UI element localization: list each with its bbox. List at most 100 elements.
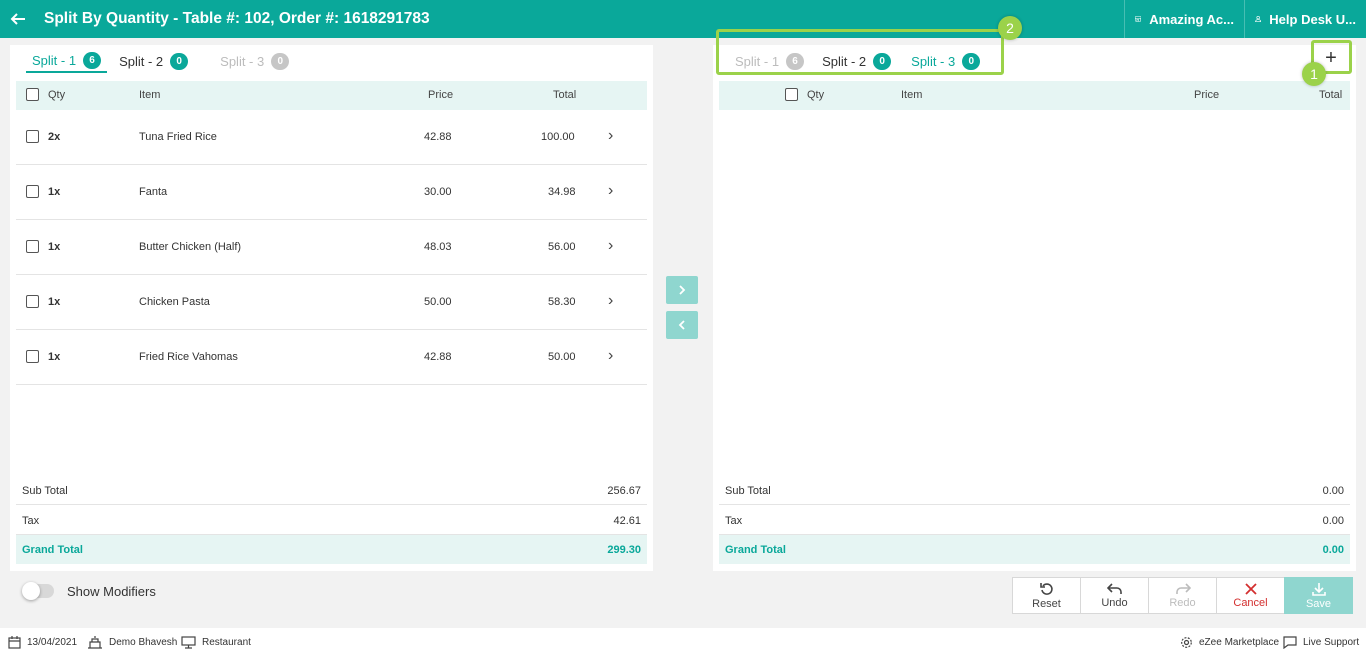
back-button[interactable] [0, 0, 36, 38]
table-row[interactable]: 1x Fanta 30.00 34.98 › [16, 165, 647, 220]
source-split-tabs: Split - 1 6 Split - 2 0 Split - 3 0 [26, 45, 295, 73]
tax-row: Tax 42.61 [16, 506, 647, 535]
sub-total-label: Sub Total [725, 485, 771, 497]
chevron-right-icon[interactable]: › [608, 347, 613, 365]
row-checkbox[interactable] [26, 295, 39, 308]
action-bar: Reset Undo Redo Cancel Save [1012, 577, 1353, 614]
row-checkbox[interactable] [26, 240, 39, 253]
column-total: Total [553, 89, 577, 101]
date-text: 13/04/2021 [27, 637, 78, 648]
grand-total-label: Grand Total [22, 544, 83, 556]
tab-label: Split - 2 [119, 53, 164, 69]
row-qty: 1x [48, 241, 61, 253]
move-left-button[interactable] [666, 311, 698, 339]
sub-total-row: Sub Total 0.00 [719, 476, 1350, 505]
select-all-checkbox[interactable] [26, 88, 39, 101]
undo-button[interactable]: Undo [1080, 577, 1149, 614]
chevron-right-icon [679, 285, 686, 295]
redo-icon [1175, 582, 1191, 594]
row-price: 30.00 [424, 186, 452, 198]
terminal-text: Restaurant [202, 637, 251, 648]
chat-icon [1283, 636, 1297, 649]
tab-label: Split - 3 [220, 53, 265, 69]
source-split-panel: Split - 1 6 Split - 2 0 Split - 3 0 Qty … [10, 45, 653, 571]
download-icon [1311, 582, 1326, 596]
highlight-box-tabs [716, 29, 1004, 75]
live-support-link[interactable]: Live Support [1283, 636, 1359, 649]
grand-total-row: Grand Total 0.00 [719, 535, 1350, 564]
row-qty: 2x [48, 131, 61, 143]
row-checkbox[interactable] [26, 350, 39, 363]
redo-button[interactable]: Redo [1148, 577, 1217, 614]
footer-terminal: Restaurant [181, 636, 251, 649]
sub-total-value: 256.67 [607, 485, 641, 497]
tab-split-1[interactable]: Split - 1 6 [26, 45, 108, 73]
footer-user: Demo Bhavesh [87, 636, 177, 649]
table-row[interactable]: 1x Chicken Pasta 50.00 58.30 › [16, 275, 647, 330]
table-row[interactable]: 1x Butter Chicken (Half) 48.03 56.00 › [16, 220, 647, 275]
row-checkbox[interactable] [26, 185, 39, 198]
annotation-marker-2: 2 [998, 16, 1022, 40]
save-label: Save [1305, 597, 1332, 610]
chevron-right-icon[interactable]: › [608, 182, 613, 200]
reset-button[interactable]: Reset [1012, 577, 1081, 614]
marketplace-link[interactable]: eZee Marketplace [1180, 636, 1279, 649]
outlet-selector[interactable]: Amazing Ac... [1124, 0, 1244, 38]
grand-total-row: Grand Total 299.30 [16, 535, 647, 564]
count-badge: 0 [271, 52, 290, 70]
row-price: 42.88 [424, 131, 452, 143]
tax-value: 42.61 [613, 515, 641, 527]
sub-total-value: 0.00 [1322, 485, 1344, 497]
row-price: 48.03 [424, 241, 452, 253]
row-total: 34.98 [548, 186, 576, 198]
row-qty: 1x [48, 186, 61, 198]
user-menu[interactable]: Help Desk U... [1244, 0, 1366, 38]
table-row[interactable]: 1x Fried Rice Vahomas 42.88 50.00 › [16, 330, 647, 385]
undo-icon [1106, 582, 1122, 594]
tab-split-3[interactable]: Split - 3 0 [214, 45, 295, 73]
tab-split-2[interactable]: Split - 2 0 [113, 45, 194, 73]
tax-row: Tax 0.00 [719, 506, 1350, 535]
select-all-checkbox[interactable] [785, 88, 798, 101]
user-name: Help Desk U... [1269, 11, 1356, 27]
monitor-icon [181, 636, 196, 649]
row-price: 50.00 [424, 296, 452, 308]
toggle-knob [22, 582, 40, 600]
column-item: Item [901, 89, 923, 101]
column-qty: Qty [807, 89, 825, 101]
row-item: Chicken Pasta [139, 296, 210, 308]
cancel-label: Cancel [1233, 596, 1268, 609]
gear-icon [1181, 637, 1192, 648]
chevron-right-icon[interactable]: › [608, 127, 613, 145]
close-icon [1244, 582, 1257, 595]
row-qty: 1x [48, 351, 61, 363]
count-badge: 0 [170, 52, 189, 70]
app-header: Split By Quantity - Table #: 102, Order … [0, 0, 1366, 38]
status-bar: 13/04/2021 Demo Bhavesh Restaurant eZee … [0, 628, 1366, 657]
table-row[interactable]: 2x Tuna Fried Rice 42.88 100.00 › [16, 110, 647, 165]
reset-icon [1039, 582, 1053, 595]
store-icon [1135, 16, 1142, 22]
row-item: Butter Chicken (Half) [139, 241, 242, 253]
row-total: 58.30 [548, 296, 576, 308]
target-split-panel: Split - 1 6 Split - 2 0 Split - 3 0 Qty … [713, 45, 1356, 571]
grand-total-value: 299.30 [607, 544, 641, 556]
footer-date: 13/04/2021 [8, 636, 77, 649]
row-total: 50.00 [548, 351, 576, 363]
grand-total-value: 0.00 [1322, 544, 1344, 556]
row-item: Fried Rice Vahomas [139, 351, 238, 363]
cancel-button[interactable]: Cancel [1216, 577, 1285, 614]
calendar-icon [8, 636, 21, 649]
move-right-button[interactable] [666, 276, 698, 304]
items-table-header: Qty Item Price Total [719, 81, 1350, 110]
cashier-icon [88, 636, 102, 649]
save-button[interactable]: Save [1284, 577, 1353, 614]
show-modifiers-toggle[interactable] [22, 582, 54, 600]
redo-label: Redo [1169, 596, 1196, 609]
row-checkbox[interactable] [26, 130, 39, 143]
row-item: Fanta [139, 186, 168, 198]
chevron-right-icon[interactable]: › [608, 237, 613, 255]
tab-label: Split - 1 [32, 52, 77, 68]
grand-total-label: Grand Total [725, 544, 786, 556]
chevron-right-icon[interactable]: › [608, 292, 613, 310]
